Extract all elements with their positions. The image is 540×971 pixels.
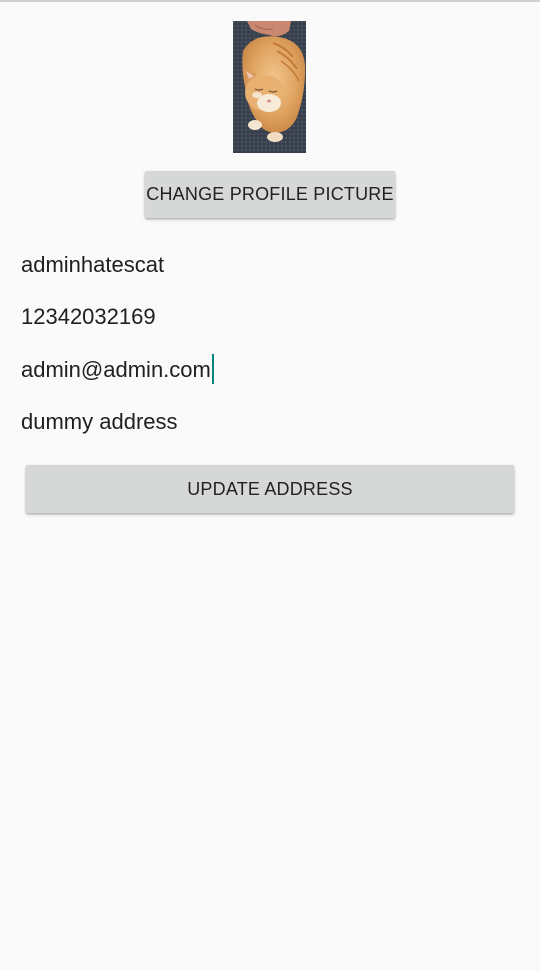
change-profile-picture-button[interactable]: CHANGE PROFILE PICTURE — [145, 171, 395, 218]
address-field[interactable]: dummy address — [21, 408, 178, 436]
email-field[interactable]: admin@admin.com — [21, 354, 214, 386]
username-field[interactable]: adminhatescat — [21, 251, 164, 279]
profile-picture — [233, 21, 306, 153]
top-divider — [0, 0, 540, 2]
phone-field[interactable]: 12342032169 — [21, 303, 156, 331]
text-cursor — [211, 354, 214, 385]
email-field-value: admin@admin.com — [21, 357, 211, 382]
update-address-button[interactable]: UPDATE ADDRESS — [26, 465, 514, 513]
